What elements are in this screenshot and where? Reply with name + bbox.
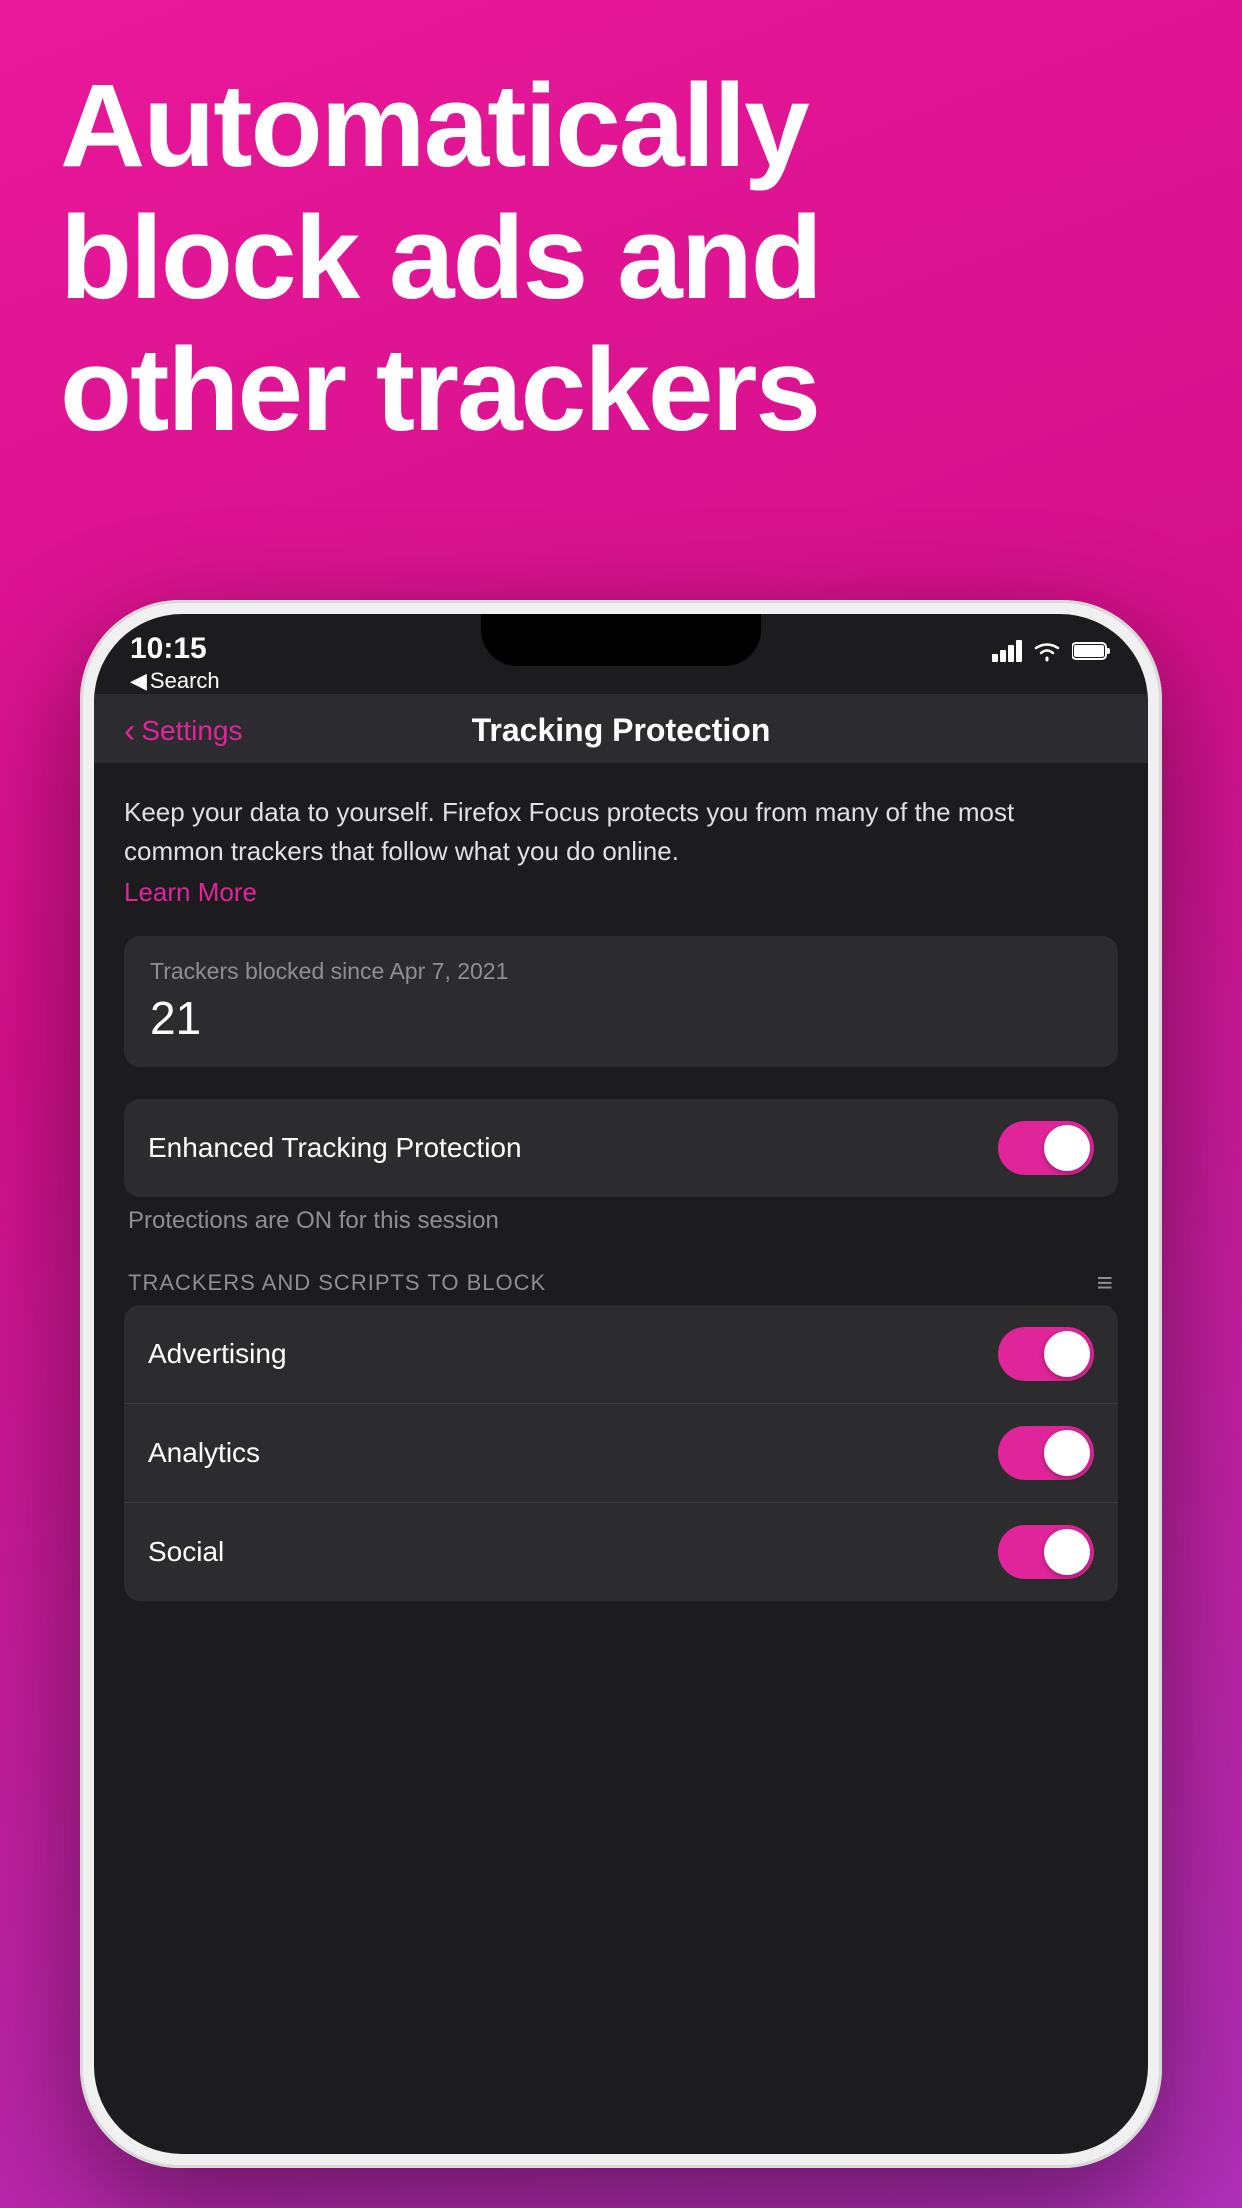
list-item: Analytics xyxy=(124,1404,1118,1503)
list-item: Social xyxy=(124,1503,1118,1601)
status-left: 10:15 ◀ Search xyxy=(130,632,220,694)
list-item: Advertising xyxy=(124,1305,1118,1404)
social-toggle-knob xyxy=(1044,1529,1090,1575)
trackers-label: Trackers blocked since Apr 7, 2021 xyxy=(150,958,1092,985)
navigation-bar: ‹ Settings Tracking Protection xyxy=(94,694,1148,763)
advertising-toggle-knob xyxy=(1044,1331,1090,1377)
trackers-count: 21 xyxy=(150,991,1092,1045)
advertising-label: Advertising xyxy=(148,1338,287,1370)
back-navigation[interactable]: ‹ Settings xyxy=(124,714,284,748)
protections-status-text: Protections are ON for this session xyxy=(124,1207,1118,1235)
toggle-knob xyxy=(1044,1125,1090,1171)
social-label: Social xyxy=(148,1536,224,1568)
learn-more-link[interactable]: Learn More xyxy=(124,877,257,908)
analytics-label: Analytics xyxy=(148,1437,260,1469)
description-text: Keep your data to yourself. Firefox Focu… xyxy=(124,793,1118,871)
enhanced-tracking-label: Enhanced Tracking Protection xyxy=(148,1132,522,1164)
phone-screen: 10:15 ◀ Search xyxy=(94,614,1148,2154)
advertising-toggle[interactable] xyxy=(998,1327,1094,1381)
back-label: Settings xyxy=(141,715,242,747)
status-icons xyxy=(992,640,1112,662)
status-time: 10:15 xyxy=(130,632,220,666)
wifi-icon xyxy=(1032,640,1062,662)
status-back: ◀ Search xyxy=(130,668,220,694)
enhanced-tracking-row: Enhanced Tracking Protection xyxy=(124,1099,1118,1197)
battery-icon xyxy=(1072,640,1112,662)
trackers-card: Trackers blocked since Apr 7, 2021 21 xyxy=(124,936,1118,1067)
headline-text: Automatically block ads and other tracke… xyxy=(60,60,1182,456)
content-area: Keep your data to yourself. Firefox Focu… xyxy=(94,763,1148,1601)
phone-frame: 10:15 ◀ Search xyxy=(80,600,1162,2168)
phone-notch xyxy=(481,614,761,666)
reorder-icon: ≡ xyxy=(1097,1269,1114,1297)
back-chevron-icon: ‹ xyxy=(124,714,135,748)
analytics-toggle-knob xyxy=(1044,1430,1090,1476)
back-chevron-icon: ◀ xyxy=(130,668,147,694)
enhanced-tracking-toggle[interactable] xyxy=(998,1121,1094,1175)
enhanced-tracking-section: Enhanced Tracking Protection xyxy=(124,1099,1118,1197)
page-title: Tracking Protection xyxy=(284,712,958,749)
social-toggle[interactable] xyxy=(998,1525,1094,1579)
trackers-list: Advertising Analytics Social xyxy=(124,1305,1118,1601)
analytics-toggle[interactable] xyxy=(998,1426,1094,1480)
trackers-section-header: TRACKERS AND SCRIPTS TO BLOCK ≡ xyxy=(124,1261,1118,1305)
signal-icon xyxy=(992,640,1022,662)
